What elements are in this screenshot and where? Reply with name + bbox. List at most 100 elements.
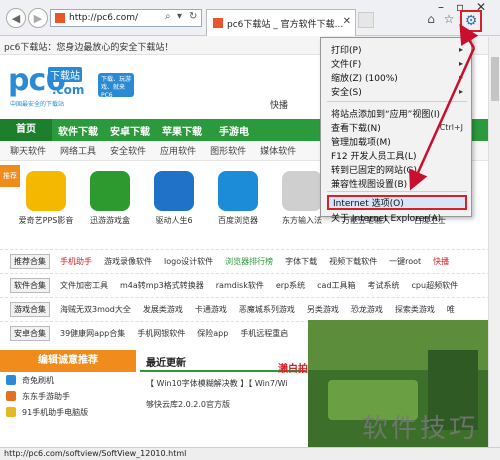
tag-link[interactable]: 快播 — [433, 256, 449, 267]
subnav-item[interactable]: 聊天软件 — [10, 144, 46, 157]
tag-link[interactable]: 字体下载 — [285, 256, 317, 267]
new-tab-button[interactable] — [358, 12, 374, 28]
favorites-star-icon[interactable]: ☆ — [442, 12, 456, 26]
address-url: http://pc6.com/ — [69, 13, 139, 23]
nav-item-android[interactable]: 安卓下载 — [104, 123, 156, 138]
home-icon[interactable]: ⌂ — [424, 12, 438, 26]
search-icon[interactable]: ⌕ — [165, 11, 171, 22]
tag-link[interactable]: logo设计软件 — [164, 256, 213, 267]
tag-link[interactable]: 探索类游戏 — [395, 304, 435, 315]
menu-item-manage-addons[interactable]: 管理加载项(M) — [327, 134, 467, 148]
tag-link[interactable]: 浏览器排行榜 — [225, 256, 273, 267]
menu-item-about-ie[interactable]: 关于 Internet Explorer(A) — [327, 210, 467, 224]
tag-label[interactable]: 推荐合集 — [10, 254, 50, 269]
menu-item-zoom[interactable]: 缩放(Z) (100%) ▸ — [327, 70, 467, 84]
tag-label[interactable]: 游戏合集 — [10, 302, 50, 317]
forward-button[interactable]: ▶ — [28, 8, 48, 28]
subnav-item[interactable]: 图形软件 — [210, 144, 246, 157]
app-label: 百度浏览器 — [218, 216, 258, 225]
address-bar[interactable]: http://pc6.com/ ⌕ ▾ ↻ — [50, 9, 202, 27]
editor-pick-label: 东东手游助手 — [22, 391, 70, 401]
tag-link[interactable]: cad工具箱 — [317, 280, 355, 291]
tag-link[interactable]: 唯 — [447, 304, 455, 315]
subnav-item[interactable]: 应用软件 — [160, 144, 196, 157]
tag-link[interactable]: 海贼无双3mod大全 — [60, 304, 131, 315]
nav-item-apple[interactable]: 苹果下载 — [156, 123, 208, 138]
update-line[interactable]: 够快云库2.0.2.0官方版 — [140, 389, 306, 410]
menu-item-label: 查看下载(N) — [331, 123, 381, 134]
tag-link[interactable]: 视频下载软件 — [329, 256, 377, 267]
menu-item-label: 兼容性视图设置(B) — [331, 179, 408, 190]
tag-link[interactable]: 手机助手 — [60, 256, 92, 267]
tag-link[interactable]: 手机远程重启 — [240, 328, 288, 339]
menu-item-compat-view[interactable]: 兼容性视图设置(B) — [327, 176, 467, 190]
tag-link[interactable]: 文件加密工具 — [60, 280, 108, 291]
tools-gear-button[interactable]: ⚙ — [460, 10, 482, 32]
tag-link[interactable]: 游戏录像软件 — [104, 256, 152, 267]
dropdown-icon[interactable]: ▾ — [177, 11, 182, 22]
nav-item-home[interactable]: 首页 — [0, 119, 52, 141]
site-logo[interactable]: pc6 下载站 .com 中国最安全的下载站 — [8, 63, 88, 108]
menu-item-add-to-apps[interactable]: 将站点添加到“应用”视图(I) — [327, 106, 467, 120]
editor-pick-item[interactable]: 奇兔刷机 — [0, 372, 136, 388]
menu-item-pinned-sites[interactable]: 转到已固定的网站(G) — [327, 162, 467, 176]
tag-link[interactable]: 恐龙游戏 — [351, 304, 383, 315]
topbar-text: pc6下载站：您身边最放心的安全下载站！ — [4, 43, 174, 53]
editor-picks-header: 编辑诚意推荐 — [0, 350, 136, 372]
app-tile[interactable]: 百度浏览器 — [208, 171, 268, 226]
tag-link[interactable]: 发展类游戏 — [143, 304, 183, 315]
app-tile[interactable]: 爱奇艺PPS影音 — [16, 171, 76, 226]
page-scrollbar[interactable] — [488, 37, 500, 447]
gear-icon: ⚙ — [464, 13, 478, 29]
close-tab-icon[interactable]: ✕ — [343, 16, 351, 27]
menu-item-safety[interactable]: 安全(S) ▸ — [327, 84, 467, 98]
menu-item-view-downloads[interactable]: 查看下载(N) Ctrl+J — [327, 120, 467, 134]
menu-item-label: F12 开发人员工具(L) — [331, 151, 417, 162]
app-icon — [6, 391, 16, 401]
menu-item-devtools[interactable]: F12 开发人员工具(L) — [327, 148, 467, 162]
subnav-item[interactable]: 网络工具 — [60, 144, 96, 157]
menu-separator — [327, 101, 467, 102]
editor-pick-item[interactable]: 91手机助手电脑版 — [0, 404, 136, 420]
app-icon — [282, 171, 322, 211]
nav-item-mobile-games[interactable]: 手游电 — [208, 123, 260, 138]
editor-pick-label: 91手机助手电脑版 — [22, 407, 89, 417]
app-tile[interactable]: 驱动人生6 — [144, 171, 204, 226]
app-tile[interactable]: 迅游游戏盒 — [80, 171, 140, 226]
tag-link[interactable]: m4a转mp3格式转换器 — [120, 280, 204, 291]
tag-link[interactable]: 39健康网app合集 — [60, 328, 125, 339]
tag-link[interactable]: erp系统 — [276, 280, 305, 291]
active-tab[interactable]: pc6下载站 _ 官方软件下载... ✕ — [206, 9, 356, 36]
scrollbar-thumb[interactable] — [491, 57, 499, 101]
tag-link[interactable]: 另类游戏 — [307, 304, 339, 315]
quick-link[interactable]: 快播 — [270, 98, 288, 111]
tag-link[interactable]: 恶魔城系列游戏 — [239, 304, 295, 315]
promo-text[interactable]: 瀨白拍 — [278, 360, 308, 375]
menu-item-label: 安全(S) — [331, 87, 362, 98]
subnav-item[interactable]: 安全软件 — [110, 144, 146, 157]
menu-shortcut: Ctrl+J — [439, 122, 463, 132]
back-button[interactable]: ◀ — [6, 8, 26, 28]
tag-link[interactable]: 保险app — [197, 328, 228, 339]
tag-link[interactable]: 手机网银软件 — [137, 328, 185, 339]
menu-item-label: Internet 选项(O) — [333, 199, 404, 209]
tag-link[interactable]: cpu超频软件 — [412, 280, 459, 291]
logo-dotcom: .com — [52, 83, 85, 97]
menu-item-label: 将站点添加到“应用”视图(I) — [331, 109, 441, 120]
menu-item-internet-options[interactable]: Internet 选项(O) — [327, 195, 467, 210]
menu-item-print[interactable]: 打印(P) ▸ — [327, 42, 467, 56]
menu-item-label: 管理加载项(M) — [331, 137, 391, 148]
watermark-text: 软件技巧 — [362, 414, 479, 444]
tag-link[interactable]: 一键root — [389, 256, 421, 267]
editor-pick-item[interactable]: 东东手游助手 — [0, 388, 136, 404]
tag-label[interactable]: 软件合集 — [10, 278, 50, 293]
refresh-icon[interactable]: ↻ — [189, 11, 197, 22]
subnav-item[interactable]: 媒体软件 — [260, 144, 296, 157]
tag-link[interactable]: 卡通游戏 — [195, 304, 227, 315]
app-icon — [154, 171, 194, 211]
tag-link[interactable]: ramdisk软件 — [216, 280, 264, 291]
nav-item-software[interactable]: 软件下载 — [52, 123, 104, 138]
menu-item-file[interactable]: 文件(F) ▸ — [327, 56, 467, 70]
tag-label[interactable]: 安卓合集 — [10, 326, 50, 341]
tag-link[interactable]: 考试系统 — [368, 280, 400, 291]
